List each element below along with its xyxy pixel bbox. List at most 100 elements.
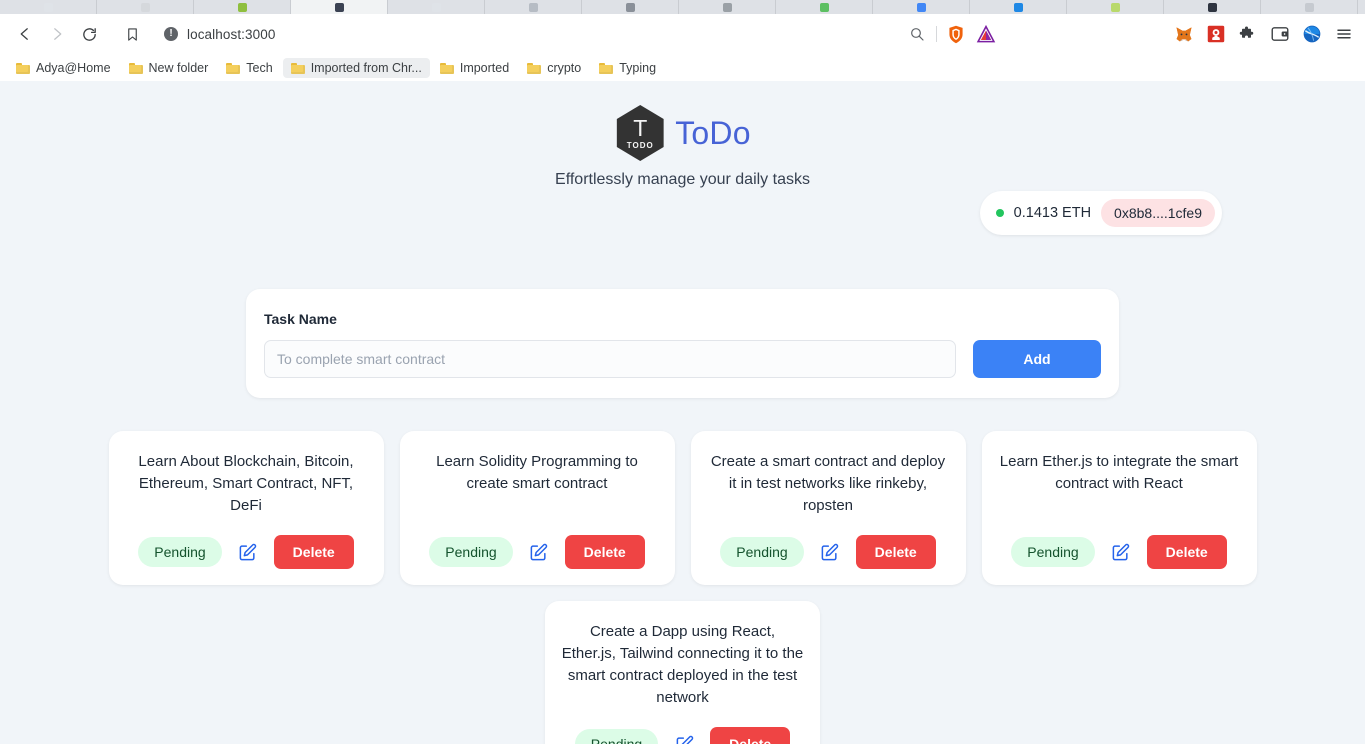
extensions-puzzle-icon[interactable]: [1237, 23, 1259, 45]
tab-favicon-icon: [1013, 2, 1023, 12]
browser-tab[interactable]: [0, 0, 97, 14]
bookmark-icon[interactable]: [120, 22, 144, 46]
url-bar-actions: [906, 23, 1003, 45]
edit-task-icon[interactable]: [236, 540, 260, 564]
edit-task-icon[interactable]: [672, 732, 696, 744]
wallet-address[interactable]: 0x8b8....1cfe9: [1101, 199, 1215, 227]
bookmark-item[interactable]: Imported: [432, 58, 517, 78]
task-name-label: Task Name: [264, 311, 337, 327]
task-actions: Pending Delete: [125, 535, 368, 570]
logo-letter: T: [633, 114, 648, 141]
bookmark-item[interactable]: New folder: [121, 58, 217, 78]
browser-menu-icon[interactable]: [1333, 23, 1355, 45]
reload-button[interactable]: [74, 19, 104, 49]
delete-task-button[interactable]: Delete: [564, 535, 645, 570]
wallet-balance: 0.1413 ETH: [1013, 205, 1092, 221]
tab-favicon-icon: [528, 2, 538, 12]
folder-icon: [128, 62, 143, 74]
tab-favicon-icon: [334, 2, 344, 12]
search-icon[interactable]: [906, 23, 928, 45]
bookmark-item[interactable]: Adya@Home: [8, 58, 119, 78]
folder-icon: [226, 62, 241, 74]
tab-favicon-icon: [625, 2, 635, 12]
tab-favicon-icon: [431, 2, 441, 12]
delete-task-button[interactable]: Delete: [273, 535, 354, 570]
task-actions: Pending Delete: [707, 535, 950, 570]
forward-button[interactable]: [42, 19, 72, 49]
globe-extension-icon[interactable]: [1301, 23, 1323, 45]
page-title: ToDo: [675, 114, 751, 151]
tab-favicon-icon: [819, 2, 829, 12]
delete-task-button[interactable]: Delete: [855, 535, 936, 570]
tab-strip[interactable]: [0, 0, 1365, 14]
task-text: Learn Solidity Programming to create sma…: [436, 453, 638, 493]
edit-task-icon[interactable]: [818, 540, 842, 564]
add-task-button[interactable]: Add: [973, 340, 1101, 378]
bookmark-label: Tech: [246, 60, 273, 75]
browser-tab[interactable]: [1261, 0, 1358, 14]
delete-task-button[interactable]: Delete: [710, 727, 791, 744]
bookmark-item[interactable]: Typing: [591, 58, 664, 78]
browser-tab[interactable]: [1164, 0, 1261, 14]
tab-favicon-icon: [916, 2, 926, 12]
page-tagline: Effortlessly manage your daily tasks: [555, 171, 810, 188]
metamask-extension-icon[interactable]: [1173, 23, 1195, 45]
status-badge[interactable]: Pending: [138, 537, 222, 568]
site-info-icon[interactable]: !: [164, 27, 178, 41]
bookmark-item[interactable]: Imported from Chr...: [282, 57, 430, 78]
red-extension-icon[interactable]: [1205, 23, 1227, 45]
tab-favicon-icon: [43, 2, 53, 12]
logo-word: TODO: [626, 140, 654, 150]
back-button[interactable]: [10, 19, 40, 49]
status-badge[interactable]: Pending: [720, 537, 804, 568]
browser-tab[interactable]: [970, 0, 1067, 14]
brave-shields-icon[interactable]: [945, 23, 967, 45]
task-name-input[interactable]: [264, 340, 956, 378]
brand-row: T TODO ToDo: [0, 105, 1365, 161]
status-badge[interactable]: Pending: [574, 729, 659, 744]
folder-icon: [16, 62, 30, 74]
bookmark-label: Imported from Chr...: [310, 60, 422, 75]
tab-favicon-icon: [237, 2, 247, 12]
edit-task-icon[interactable]: [1109, 540, 1133, 564]
app-header: T TODO ToDo Effortlessly manage your dai…: [0, 81, 1365, 189]
browser-tab[interactable]: [485, 0, 582, 14]
browser-chrome: ! localhost:3000 Adya@Home New folder Te…: [0, 0, 1365, 81]
browser-tab[interactable]: [776, 0, 873, 14]
browser-tab[interactable]: [97, 0, 194, 14]
bookmark-label: Typing: [619, 60, 657, 75]
delete-task-button[interactable]: Delete: [1146, 535, 1227, 570]
status-badge[interactable]: Pending: [1011, 537, 1095, 568]
extensions-area: [1133, 23, 1355, 45]
task-text: Learn Ether.js to integrate the smart co…: [999, 453, 1239, 493]
bookmark-label: crypto: [547, 60, 582, 75]
brave-rewards-triangle-icon[interactable]: [975, 23, 997, 45]
task-actions: Pending Delete: [416, 535, 659, 570]
browser-tab[interactable]: [388, 0, 485, 14]
browser-tab[interactable]: [194, 0, 291, 14]
browser-tab[interactable]: [873, 0, 970, 14]
folder-icon: [290, 62, 305, 74]
edit-task-icon[interactable]: [527, 540, 551, 564]
wallet-extension-icon[interactable]: [1269, 23, 1291, 45]
browser-tab[interactable]: [679, 0, 776, 14]
folder-icon: [527, 62, 542, 74]
browser-tab[interactable]: [582, 0, 679, 14]
task-card: Create a Dapp using React, Ether.js, Tai…: [545, 601, 820, 744]
tab-favicon-icon: [140, 2, 150, 12]
bookmark-label: Imported: [459, 60, 510, 75]
task-text: Create a smart contract and deploy it in…: [710, 453, 946, 515]
url-input[interactable]: ! localhost:3000: [154, 20, 896, 48]
browser-tab[interactable]: [1067, 0, 1164, 14]
bookmark-item[interactable]: crypto: [519, 58, 589, 78]
folder-icon: [599, 62, 614, 74]
task-list: Learn About Blockchain, Bitcoin, Ethereu…: [108, 431, 1257, 744]
browser-tab[interactable]: [291, 0, 388, 14]
url-bar-area: ! localhost:3000: [106, 20, 1131, 48]
bookmark-label: New folder: [148, 60, 209, 75]
bookmark-item[interactable]: Tech: [218, 58, 280, 78]
wallet-badge[interactable]: 0.1413 ETH 0x8b8....1cfe9: [979, 191, 1222, 235]
bookmarks-bar: Adya@Home New folder Tech Imported from Chr…: [0, 54, 1365, 81]
status-badge[interactable]: Pending: [429, 537, 513, 568]
task-text: Learn About Blockchain, Bitcoin, Ethereu…: [138, 453, 354, 515]
